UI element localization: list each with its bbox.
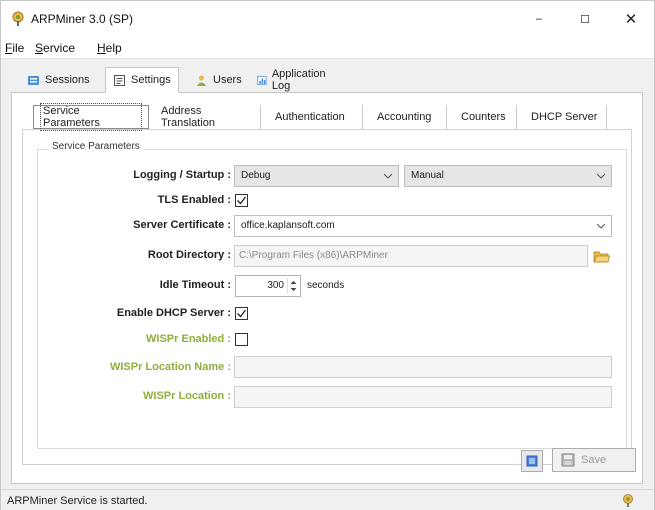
menu-file[interactable]: File [5, 41, 24, 55]
wispr-location-field[interactable] [234, 386, 612, 408]
chevron-down-icon [384, 173, 392, 179]
settings-icon [114, 74, 125, 86]
tab-sessions[interactable]: Sessions [19, 69, 98, 91]
subtab-address-translation[interactable]: Address Translation [155, 105, 261, 129]
stepper-buttons[interactable] [287, 278, 298, 294]
menu-bar: File Service Help [1, 37, 654, 59]
info-icon [526, 455, 538, 467]
wispr-enabled-label: WISPr Enabled : [146, 333, 231, 345]
checkmark-icon [237, 309, 247, 318]
window-title: ARPMiner 3.0 (SP) [31, 12, 134, 26]
subtab-counters[interactable]: Counters [455, 105, 517, 129]
tab-settings[interactable]: Settings [105, 67, 179, 93]
subtab-dhcp-server[interactable]: DHCP Server [525, 105, 607, 129]
tls-enabled-checkbox[interactable] [235, 194, 248, 207]
info-button[interactable] [521, 450, 543, 472]
root-directory-label: Root Directory : [147, 249, 231, 261]
app-logo-icon [12, 11, 24, 26]
save-button[interactable]: Save [552, 448, 636, 472]
wispr-enabled-checkbox[interactable] [235, 333, 248, 346]
idle-timeout-unit: seconds [307, 280, 345, 291]
menu-service[interactable]: Service [35, 41, 75, 55]
log-icon [257, 75, 267, 85]
sessions-icon [28, 75, 39, 85]
folder-browse-icon[interactable] [593, 249, 610, 263]
floppy-disk-icon [561, 453, 575, 467]
chevron-down-icon [597, 173, 605, 179]
subtab-accounting[interactable]: Accounting [371, 105, 447, 129]
idle-timeout-stepper[interactable]: 300 [235, 275, 301, 297]
logging-level-select[interactable]: Debug [234, 165, 399, 187]
users-icon [197, 75, 206, 86]
subtab-authentication[interactable]: Authentication [269, 105, 363, 129]
tab-users[interactable]: Users [187, 69, 250, 91]
server-certificate-label: Server Certificate : [133, 219, 231, 231]
enable-dhcp-checkbox[interactable] [235, 307, 248, 320]
service-status-icon [623, 494, 633, 507]
tab-application-log[interactable]: Application Log [249, 68, 337, 92]
stepper-arrows-icon [290, 281, 297, 291]
wispr-location-name-field[interactable] [234, 356, 612, 378]
app-window: ARPMiner 3.0 (SP) – ☐ ✕ File Service Hel… [0, 0, 655, 510]
idle-timeout-label: Idle Timeout : [159, 279, 231, 291]
startup-mode-select[interactable]: Manual [404, 165, 612, 187]
title-bar: ARPMiner 3.0 (SP) – ☐ ✕ [1, 1, 654, 37]
tab-settings-label: Settings [131, 74, 171, 86]
enable-dhcp-label: Enable DHCP Server : [116, 307, 231, 319]
tab-sessions-label: Sessions [45, 74, 90, 86]
wispr-location-label: WISPr Location : [143, 390, 231, 402]
menu-help[interactable]: Help [97, 41, 122, 55]
tab-users-label: Users [213, 74, 242, 86]
chevron-down-icon [597, 223, 605, 229]
tab-application-log-label: Application Log [271, 68, 326, 92]
maximize-button[interactable]: ☐ [562, 1, 608, 37]
server-certificate-select[interactable]: office.kaplansoft.com [234, 215, 612, 237]
status-bar: ARPMiner Service is started. [1, 489, 654, 510]
status-text: ARPMiner Service is started. [7, 495, 148, 507]
root-directory-field[interactable]: C:\Program Files (x86)\ARPMiner [234, 245, 588, 267]
idle-timeout-value: 300 [267, 280, 284, 291]
logging-startup-label: Logging / Startup : [133, 169, 231, 181]
save-button-label: Save [581, 454, 607, 466]
tls-enabled-label: TLS Enabled : [157, 194, 231, 206]
subtab-service-parameters[interactable]: Service Parameters [33, 103, 149, 131]
group-title: Service Parameters [49, 141, 143, 152]
checkmark-icon [237, 196, 247, 205]
minimize-button[interactable]: – [516, 1, 562, 37]
close-button[interactable]: ✕ [608, 1, 654, 37]
wispr-location-name-label: WISPr Location Name : [109, 361, 231, 373]
